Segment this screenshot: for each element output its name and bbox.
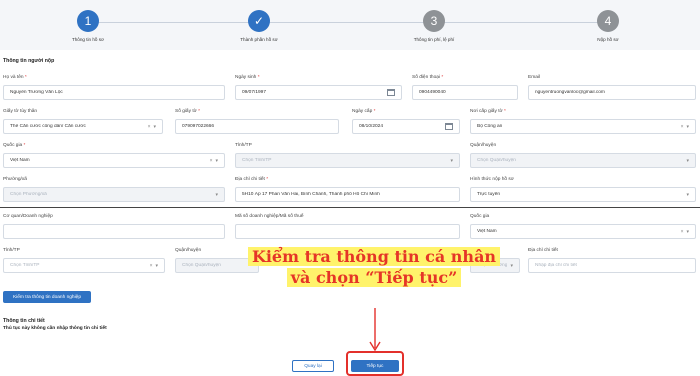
district-label: Quận/huyện xyxy=(470,143,497,148)
details-note: Thủ tục này không cần nhập thông tin chi… xyxy=(3,326,107,331)
chevron-down-icon: ▾ xyxy=(686,157,689,164)
clear-icon[interactable]: × xyxy=(681,229,684,235)
full-name-input[interactable]: Nguyễn Trương Văn Lộc xyxy=(3,85,225,100)
phone-input[interactable]: 0904490040 xyxy=(412,85,518,100)
step-2[interactable]: ✓ Thành phần hồ sơ xyxy=(219,10,299,42)
step-1-label: Thông tin hồ sơ xyxy=(71,37,105,42)
submit-method-label: Hình thức nộp hồ sơ xyxy=(470,177,514,182)
address-label: Địa chỉ chi tiết * xyxy=(235,177,269,182)
business-country-label: Quốc gia xyxy=(470,214,490,219)
chevron-down-icon: ▾ xyxy=(686,191,689,198)
tax-code-input[interactable] xyxy=(235,224,460,239)
business-province-select[interactable]: Chọn Tỉnh/TP × ▾ xyxy=(3,258,165,273)
clear-icon[interactable]: × xyxy=(681,124,684,130)
dob-label: Ngày sinh * xyxy=(235,75,260,80)
email-label: Email xyxy=(528,75,540,80)
issue-place-select[interactable]: Bộ Công an × ▾ xyxy=(470,119,696,134)
business-address-input[interactable]: Nhập địa chỉ chi tiết xyxy=(528,258,696,273)
checkmark-icon: ✓ xyxy=(248,10,270,32)
section-divider xyxy=(0,207,700,208)
country-select[interactable]: Việt Nam × ▾ xyxy=(3,153,225,168)
back-button[interactable]: Quay lại xyxy=(292,360,334,372)
step-2-label: Thành phần hồ sơ xyxy=(240,37,278,42)
step-3-number: 3 xyxy=(423,10,445,32)
annotation-line-2: và chọn “Tiếp tục” xyxy=(286,268,462,287)
company-input[interactable] xyxy=(3,224,225,239)
id-number-label: Số giấy tờ * xyxy=(175,109,201,114)
clear-icon[interactable]: × xyxy=(150,263,153,269)
address-input[interactable]: 5H10 Ấp 17 Phan Văn Hai, Bình Chánh, Thà… xyxy=(235,187,460,202)
issue-date-input[interactable]: 08/10/2024 xyxy=(352,119,460,134)
step-4-number: 4 xyxy=(597,10,619,32)
clear-icon[interactable]: × xyxy=(210,158,213,164)
country-label: Quốc gia * xyxy=(3,143,26,148)
ward-label: Phường/xã xyxy=(3,177,27,182)
issue-date-label: Ngày cấp * xyxy=(352,109,376,114)
company-label: Cơ quan/Doanh nghiệp xyxy=(3,214,53,219)
step-3[interactable]: 3 Thông tin phí, lệ phí xyxy=(394,10,474,42)
business-district-label: Quận/huyện xyxy=(175,248,202,253)
business-country-select[interactable]: Việt Nam × ▾ xyxy=(470,224,696,239)
chevron-down-icon: ▾ xyxy=(686,228,689,235)
chevron-down-icon: ▾ xyxy=(215,157,218,164)
ward-select[interactable]: Chọn Phường/xã ▾ xyxy=(3,187,225,202)
calendar-icon[interactable] xyxy=(387,89,395,96)
province-label: Tỉnh/TP xyxy=(235,143,252,148)
id-type-label: Giấy tờ tùy thân xyxy=(3,109,38,114)
chevron-down-icon: ▾ xyxy=(510,262,513,269)
id-number-input[interactable]: 079097022666 xyxy=(175,119,339,134)
chevron-down-icon: ▾ xyxy=(686,123,689,130)
instruction-annotation: Kiểm tra thông tin cá nhân và chọn “Tiếp… xyxy=(246,246,502,288)
business-province-label: Tỉnh/TP xyxy=(3,248,20,253)
district-select[interactable]: Chọn Quận/huyện ▾ xyxy=(470,153,696,168)
arrow-down-icon xyxy=(369,308,381,352)
clear-icon[interactable]: × xyxy=(148,124,151,130)
next-button-highlight xyxy=(346,351,404,376)
chevron-down-icon: ▾ xyxy=(155,262,158,269)
step-4-label: Nộp hồ sơ xyxy=(597,37,619,42)
step-1[interactable]: 1 Thông tin hồ sơ xyxy=(48,10,128,42)
email-input[interactable]: nguyentruongvanloc@gmail.com xyxy=(528,85,696,100)
progress-stepper: 1 Thông tin hồ sơ ✓ Thành phần hồ sơ 3 T… xyxy=(0,0,700,50)
details-title: Thông tin chi tiết xyxy=(3,318,45,324)
chevron-down-icon: ▾ xyxy=(153,123,156,130)
chevron-down-icon: ▾ xyxy=(215,191,218,198)
submit-method-select[interactable]: Trực tuyến ▾ xyxy=(470,187,696,202)
issue-place-label: Nơi cấp giấy tờ * xyxy=(470,109,506,114)
step-4[interactable]: 4 Nộp hồ sơ xyxy=(568,10,648,42)
id-type-select[interactable]: Thẻ Căn cước công dân/ Căn cước × ▾ xyxy=(3,119,163,134)
dob-input[interactable]: 09/07/1997 xyxy=(235,85,402,100)
step-1-number: 1 xyxy=(77,10,99,32)
annotation-line-1: Kiểm tra thông tin cá nhân xyxy=(247,247,501,266)
full-name-label: Họ và tên * xyxy=(3,75,27,80)
province-select[interactable]: Chọn Tỉnh/TP ▾ xyxy=(235,153,460,168)
chevron-down-icon: ▾ xyxy=(450,157,453,164)
check-business-button[interactable]: Kiểm tra thông tin doanh nghiệp xyxy=(3,291,91,303)
stepper-line xyxy=(88,22,612,23)
applicant-section-title: Thông tin người nộp xyxy=(3,58,55,64)
business-address-label: Địa chỉ chi tiết xyxy=(528,248,558,253)
tax-code-label: Mã số doanh nghiệp/Mã số thuế xyxy=(235,214,304,219)
calendar-icon[interactable] xyxy=(445,123,453,130)
phone-label: Số điện thoại * xyxy=(412,75,444,80)
step-3-label: Thông tin phí, lệ phí xyxy=(413,37,455,42)
